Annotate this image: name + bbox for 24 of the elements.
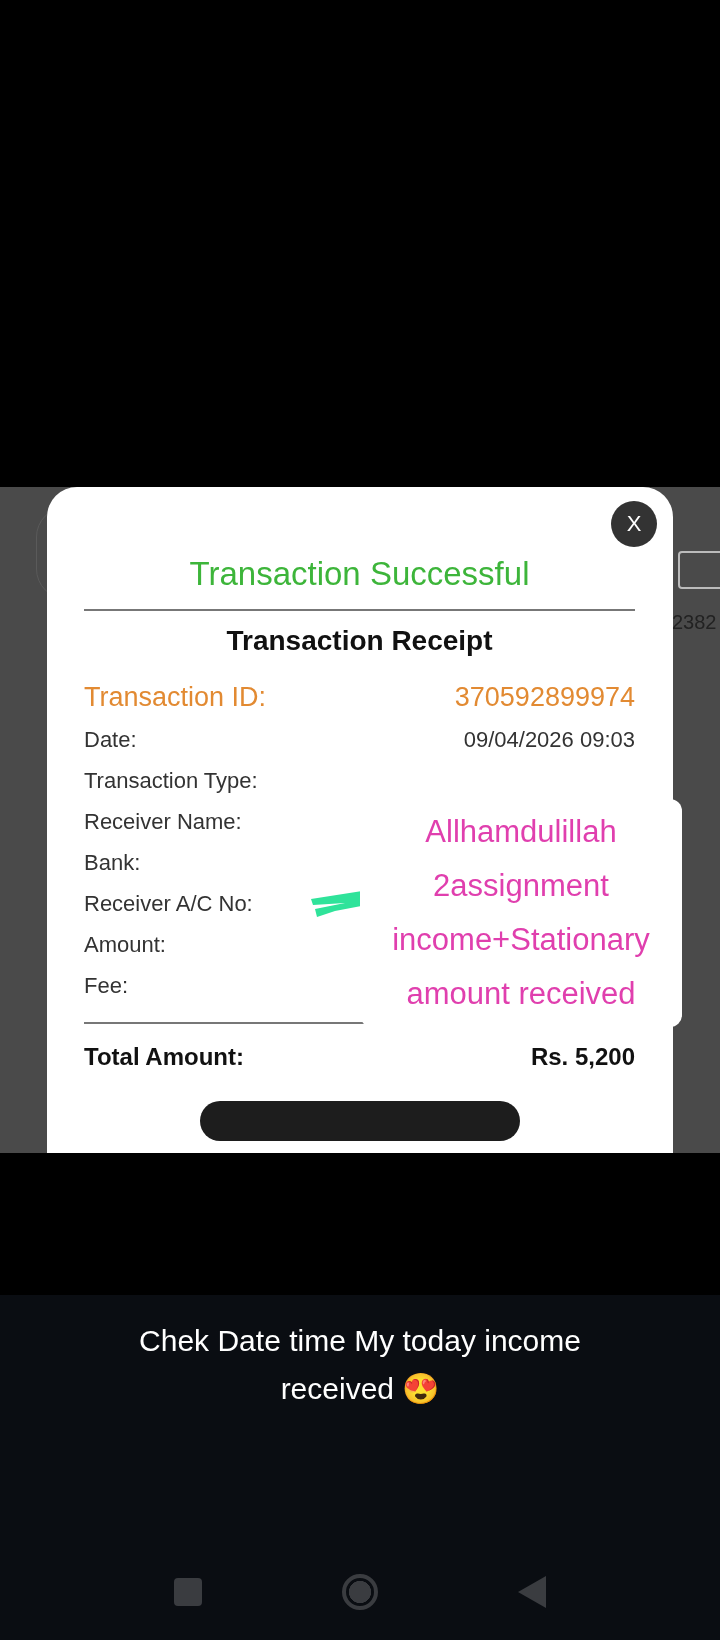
row-label: Fee:	[84, 972, 129, 999]
caption-text: Chek Date time My today income received 😍	[138, 1323, 582, 1407]
bottom-button[interactable]	[199, 1101, 520, 1141]
total-value: Rs. 5,200	[530, 1042, 635, 1071]
status-title: Transaction Successful	[188, 555, 531, 593]
home-icon[interactable]	[342, 1574, 378, 1610]
row-label: Receiver A/C No:	[84, 890, 253, 917]
receipt-title: Transaction Receipt	[225, 625, 494, 657]
row-label: Date:	[84, 726, 137, 753]
row-label: Receiver Name:	[84, 808, 242, 835]
back-icon[interactable]	[518, 1576, 546, 1608]
row-label: Transaction Type:	[84, 767, 258, 794]
row-value: 09/04/2026 09:03	[463, 726, 635, 753]
sticker-text: amount received	[406, 975, 636, 1013]
close-button[interactable]: X	[611, 501, 657, 547]
recents-icon[interactable]	[174, 1578, 202, 1606]
sticker-text: income+Stationary	[392, 921, 650, 959]
row-value: 370592899974	[454, 681, 635, 713]
total-label: Total Amount:	[84, 1042, 244, 1071]
row-label: Transaction ID:	[84, 681, 267, 713]
row-label: Amount:	[84, 931, 166, 958]
sticker-text: Allhamdulillah	[425, 813, 617, 851]
sticker-text: 2assignment	[433, 867, 609, 905]
row-label: Bank:	[84, 849, 141, 876]
